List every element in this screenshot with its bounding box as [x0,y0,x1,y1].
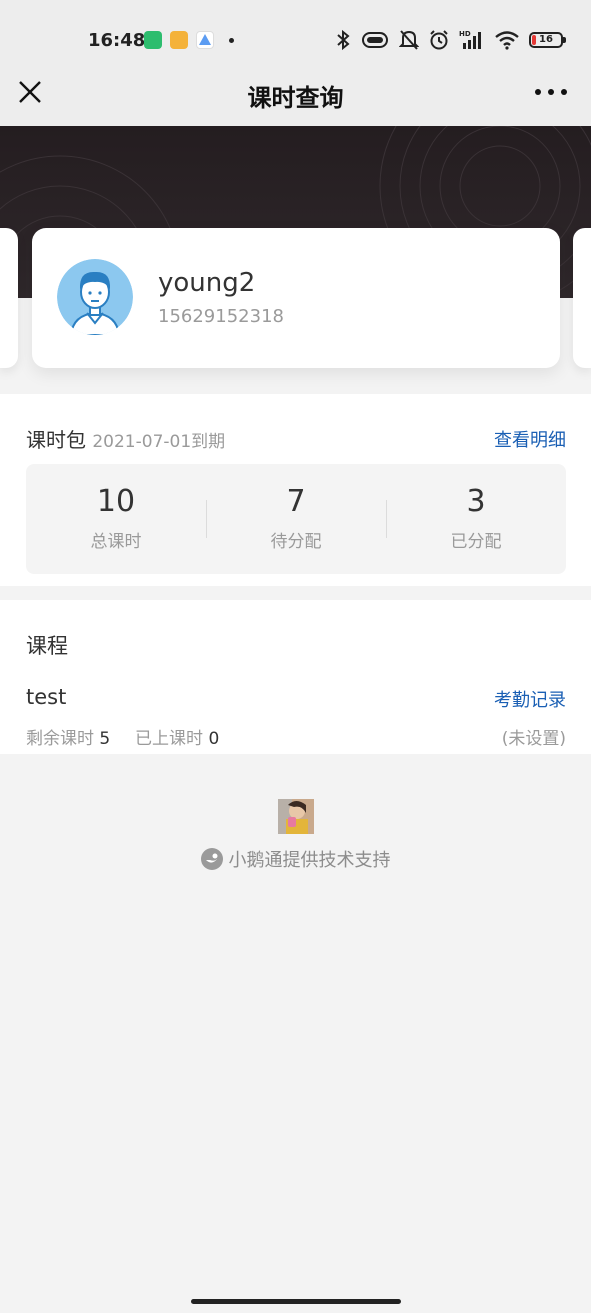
footer-brand: 小鹅通提供技术支持 [0,846,591,872]
battery-level: 16 [539,34,553,45]
app-notification-icon [144,31,162,49]
more-notifications-dot [229,38,234,43]
status-icons: HD 16 [335,28,566,52]
stat-label: 总课时 [90,532,142,552]
next-card[interactable] [573,228,591,368]
status-bar: 16:48 HD 16 [0,0,591,64]
stat-value: 7 [286,484,306,519]
page-title: 课时查询 [247,84,344,112]
app-notification-icon [196,31,214,49]
profile-name: young2 [158,268,256,298]
course-name: test [26,685,67,709]
battery-icon: 16 [529,32,566,48]
course-section: 课程 test 考勤记录 剩余课时 5 已上课时 0 (未设置) [0,600,591,754]
stat-value: 3 [466,484,486,519]
stat-pending: 7 待分配 [206,464,386,574]
stat-total: 10 总课时 [26,464,206,574]
stat-label: 待分配 [270,532,322,552]
footer-thumbnail [278,799,314,834]
package-label: 课时包 [26,428,86,452]
package-stats: 10 总课时 7 待分配 3 已分配 [26,464,566,574]
xiaoe-logo-icon [200,848,223,870]
vibrate-icon [362,32,388,48]
attendance-record-link[interactable]: 考勤记录 [494,686,566,712]
attended-label: 已上课时 [135,729,204,749]
profile-phone: 15629152318 [158,306,284,327]
view-details-link[interactable]: 查看明细 [494,426,566,452]
home-indicator[interactable] [191,1299,401,1304]
stat-assigned: 3 已分配 [386,464,566,574]
alarm-icon [430,30,448,50]
user-avatar-icon [57,259,133,335]
remaining-value: 5 [99,729,111,749]
wifi-icon [495,31,519,50]
bluetooth-icon [337,29,350,51]
photo-thumbnail-icon [278,799,314,834]
signal-icon: HD [459,30,481,49]
profile-card[interactable]: young2 15629152318 [32,228,560,368]
footer-brand-text: 小鹅通提供技术支持 [228,850,391,871]
course-meta: 剩余课时 5 已上课时 0 [26,724,219,749]
course-section-title: 课程 [26,634,68,658]
package-header: 课时包 2021-07-01到期 [26,424,225,453]
profile-carousel: young2 15629152318 [0,228,591,368]
stat-value: 10 [96,484,136,519]
avatar [57,259,133,335]
lesson-package-section: 课时包 2021-07-01到期 查看明细 10 总课时 7 待分配 3 已分配 [0,394,591,586]
attended-value: 0 [208,729,220,749]
nav-bar: 课时查询 [0,64,591,126]
mute-bell-icon [399,30,419,50]
svg-text:HD: HD [459,30,471,38]
more-icon[interactable] [535,78,567,106]
course-status: (未设置) [501,729,566,749]
status-time: 16:48 [88,30,146,51]
previous-card[interactable] [0,228,18,368]
remaining-label: 剩余课时 [26,729,94,749]
stat-label: 已分配 [450,532,502,552]
package-expiry: 2021-07-01到期 [92,432,226,452]
app-notification-icon [170,31,188,49]
